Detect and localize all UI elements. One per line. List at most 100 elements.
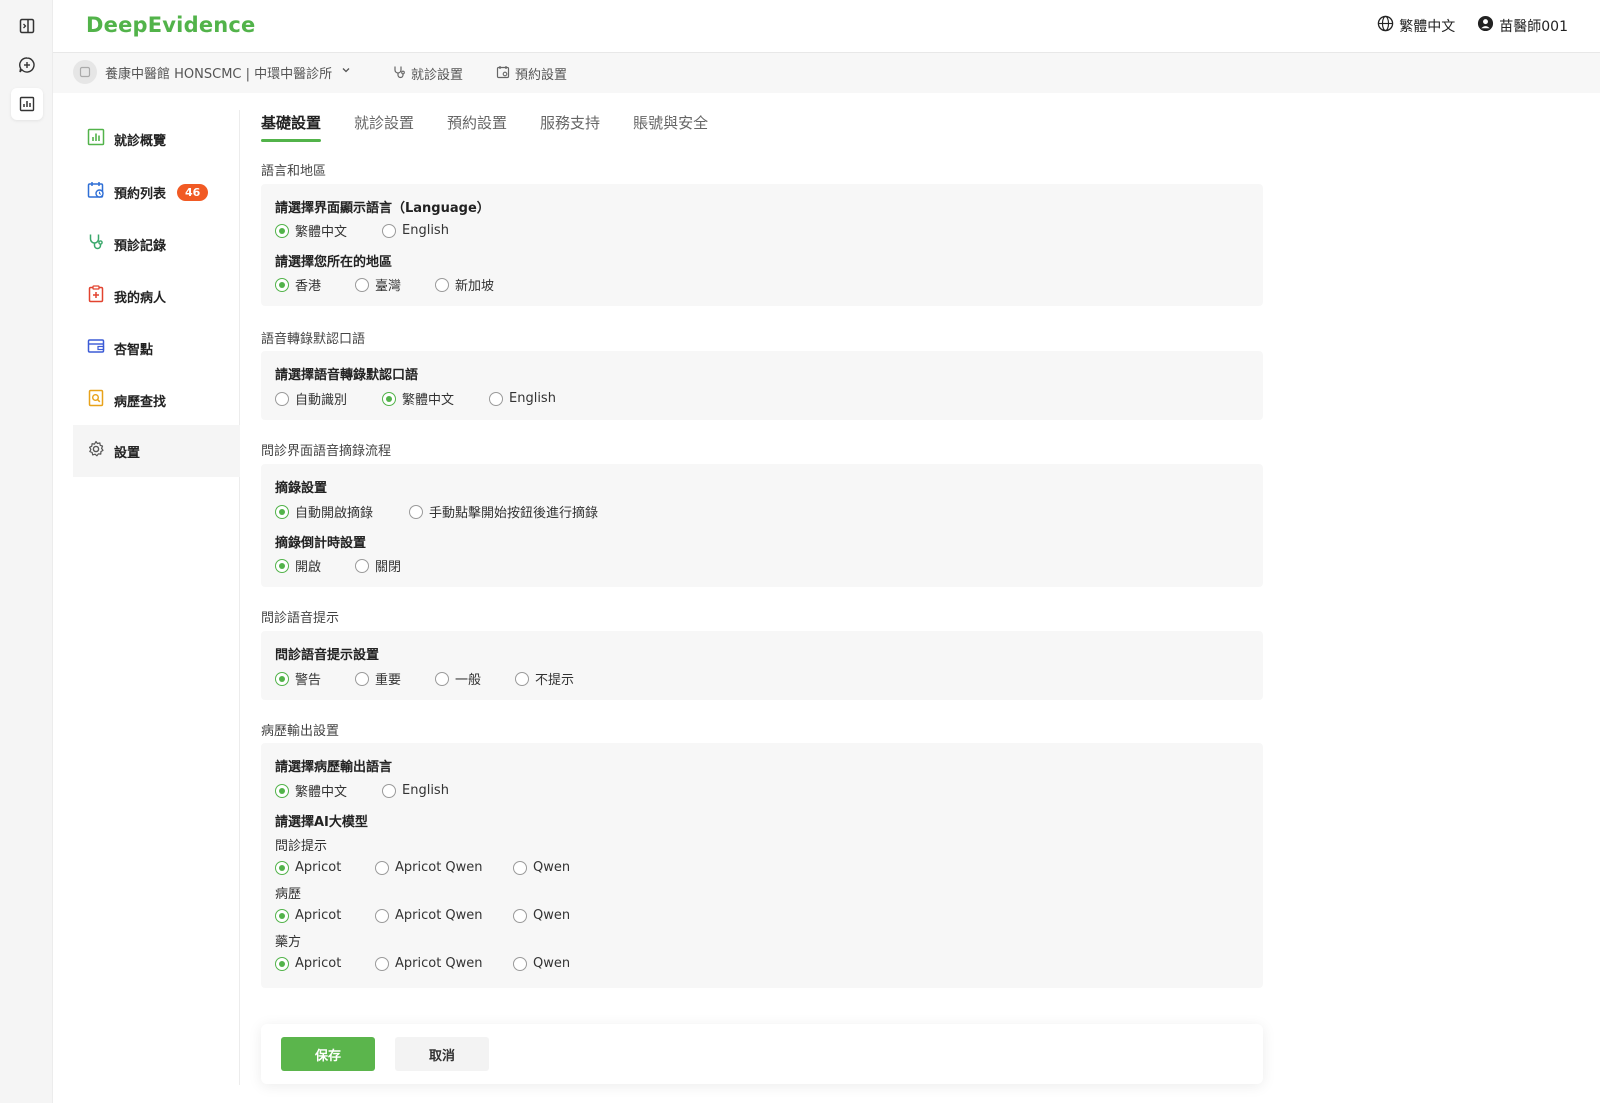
radio-model-record-apricot[interactable]: Apricot bbox=[275, 908, 375, 923]
card-transcription: 請選擇語音轉錄默認口語 自動識別 繁體中文 English bbox=[261, 351, 1263, 420]
radio-label: 重要 bbox=[375, 673, 402, 688]
radio-unselected-icon bbox=[435, 277, 449, 292]
icon-rail bbox=[0, 0, 53, 1103]
radio-region-hk[interactable]: 香港 bbox=[275, 275, 355, 294]
record-search-icon bbox=[87, 389, 105, 411]
save-button[interactable]: 保存 bbox=[281, 1037, 375, 1071]
radio-selected-icon bbox=[382, 391, 396, 406]
clinic-selector[interactable]: 養康中醫館 HONSCMC | 中環中醫診所 bbox=[73, 60, 352, 84]
radio-unselected-icon bbox=[515, 671, 529, 686]
new-chat-icon[interactable] bbox=[11, 49, 43, 81]
radio-unselected-icon bbox=[355, 558, 369, 573]
radio-transcription-zh[interactable]: 繁體中文 bbox=[382, 389, 489, 408]
card-excerpt-flow: 摘錄設置 自動開啟摘錄 手動點擊開始按鈕後進行摘錄 摘錄倒計時設置 開啟 關閉 bbox=[261, 464, 1263, 587]
section-title-excerpt-flow: 問診界面語音摘錄流程 bbox=[261, 444, 392, 459]
action-bar: 保存 取消 bbox=[261, 1024, 1263, 1084]
radio-prompt-normal[interactable]: 一般 bbox=[435, 669, 515, 688]
radio-excerpt-auto[interactable]: 自動開啟摘錄 bbox=[275, 502, 409, 521]
radio-unselected-icon bbox=[375, 860, 389, 875]
sidebar-item-label: 設置 bbox=[114, 445, 141, 461]
radio-label: 警告 bbox=[295, 673, 322, 688]
radio-region-sg[interactable]: 新加坡 bbox=[435, 275, 494, 294]
tab-basic-settings[interactable]: 基礎設置 bbox=[261, 112, 322, 142]
sidebar-item-appointments[interactable]: 預約列表 46 bbox=[73, 166, 240, 218]
radio-unselected-icon bbox=[513, 956, 527, 971]
chevron-down-icon bbox=[340, 64, 352, 80]
radio-excerpt-manual[interactable]: 手動點擊開始按鈕後進行摘錄 bbox=[409, 502, 598, 521]
radio-prompt-none[interactable]: 不提示 bbox=[515, 669, 574, 688]
globe-icon bbox=[1377, 15, 1394, 36]
radio-selected-icon bbox=[275, 956, 289, 971]
question-voice-prompt: 問診語音提示設置 bbox=[275, 648, 380, 663]
clinic-bar: 養康中醫館 HONSCMC | 中環中醫診所 就診設置 預約設置 bbox=[53, 53, 1600, 93]
sidebar-item-patients[interactable]: 我的病人 bbox=[73, 270, 240, 322]
visit-settings-link[interactable]: 就診設置 bbox=[392, 64, 463, 83]
radio-model-consult-qwen[interactable]: Qwen bbox=[513, 860, 570, 875]
radio-label: 開啟 bbox=[295, 560, 322, 575]
radio-label: Apricot bbox=[295, 908, 342, 923]
sidebar-item-points[interactable]: 杏智點 bbox=[73, 322, 240, 374]
user-menu[interactable]: 苗醫師001 bbox=[1477, 15, 1568, 36]
radio-selected-icon bbox=[275, 223, 289, 238]
tab-visit-settings[interactable]: 就診設置 bbox=[354, 112, 414, 140]
sidebar: 就診概覽 預約列表 46 預診記錄 我的病人 杏智點 病歷查找 設置 bbox=[73, 110, 240, 1085]
radio-record-lang-zh[interactable]: 繁體中文 bbox=[275, 781, 382, 800]
appointments-count-badge: 46 bbox=[177, 183, 209, 201]
tab-booking-settings[interactable]: 預約設置 bbox=[447, 112, 507, 140]
radio-ui-lang-zh[interactable]: 繁體中文 bbox=[275, 221, 382, 240]
radio-group-excerpt-setting: 自動開啟摘錄 手動點擊開始按鈕後進行摘錄 bbox=[275, 502, 598, 521]
sidebar-item-label: 病歷查找 bbox=[114, 394, 167, 410]
radio-countdown-on[interactable]: 開啟 bbox=[275, 556, 355, 575]
radio-model-record-qwen[interactable]: Qwen bbox=[513, 908, 570, 923]
dashboard-icon[interactable] bbox=[11, 88, 43, 120]
radio-label: Apricot Qwen bbox=[395, 908, 483, 923]
radio-unselected-icon bbox=[355, 671, 369, 686]
panel-toggle-icon[interactable] bbox=[11, 10, 43, 42]
card-record-output: 請選擇病歷輸出語言 繁體中文 English 請選擇AI大模型 問診提示 Apr… bbox=[261, 743, 1263, 988]
sidebar-item-record-search[interactable]: 病歷查找 bbox=[73, 374, 240, 426]
radio-group-model-consult: Apricot Apricot Qwen Qwen bbox=[275, 860, 570, 875]
radio-countdown-off[interactable]: 關閉 bbox=[355, 556, 401, 575]
question-excerpt-setting: 摘錄設置 bbox=[275, 481, 328, 496]
clinic-avatar bbox=[73, 60, 97, 84]
radio-prompt-warning[interactable]: 警告 bbox=[275, 669, 355, 688]
sub-label-prescription: 藥方 bbox=[275, 935, 302, 950]
sidebar-item-label: 杏智點 bbox=[114, 342, 154, 358]
user-avatar-icon bbox=[1477, 15, 1494, 36]
stethoscope-icon bbox=[87, 233, 105, 255]
radio-prompt-important[interactable]: 重要 bbox=[355, 669, 435, 688]
sidebar-item-pre-diagnosis[interactable]: 預診記錄 bbox=[73, 218, 240, 270]
radio-transcription-en[interactable]: English bbox=[489, 391, 556, 406]
radio-record-lang-en[interactable]: English bbox=[382, 783, 449, 798]
language-switcher[interactable]: 繁體中文 bbox=[1377, 15, 1455, 36]
radio-label: 自動識別 bbox=[295, 393, 348, 408]
radio-region-tw[interactable]: 臺灣 bbox=[355, 275, 435, 294]
radio-model-rx-qwen[interactable]: Qwen bbox=[513, 956, 570, 971]
radio-selected-icon bbox=[275, 783, 289, 798]
radio-model-consult-apricot-qwen[interactable]: Apricot Qwen bbox=[375, 860, 513, 875]
radio-unselected-icon bbox=[382, 223, 396, 238]
radio-model-record-apricot-qwen[interactable]: Apricot Qwen bbox=[375, 908, 513, 923]
question-ai-model: 請選擇AI大模型 bbox=[275, 815, 368, 830]
radio-label: 繁體中文 bbox=[402, 393, 455, 408]
radio-ui-lang-en[interactable]: English bbox=[382, 223, 449, 238]
sidebar-item-overview[interactable]: 就診概覽 bbox=[73, 113, 240, 165]
question-region: 請選擇您所在的地區 bbox=[275, 255, 393, 270]
radio-model-rx-apricot-qwen[interactable]: Apricot Qwen bbox=[375, 956, 513, 971]
cancel-button[interactable]: 取消 bbox=[395, 1037, 489, 1071]
radio-label: 手動點擊開始按鈕後進行摘錄 bbox=[429, 506, 599, 521]
top-bar: DeepEvidence 繁體中文 苗醫師001 bbox=[53, 0, 1600, 53]
radio-unselected-icon bbox=[513, 860, 527, 875]
radio-transcription-auto[interactable]: 自動識別 bbox=[275, 389, 382, 408]
booking-settings-link[interactable]: 預約設置 bbox=[496, 64, 567, 83]
question-record-language: 請選擇病歷輸出語言 bbox=[275, 760, 393, 775]
tab-account-security[interactable]: 賬號與安全 bbox=[633, 112, 708, 140]
sidebar-item-settings[interactable]: 設置 bbox=[73, 425, 240, 477]
radio-model-consult-apricot[interactable]: Apricot bbox=[275, 860, 375, 875]
chart-icon bbox=[87, 128, 105, 150]
section-title-language-region: 語言和地區 bbox=[261, 164, 327, 179]
radio-label: English bbox=[509, 391, 556, 406]
sub-label-record: 病歷 bbox=[275, 887, 302, 902]
radio-model-rx-apricot[interactable]: Apricot bbox=[275, 956, 375, 971]
tab-service-support[interactable]: 服務支持 bbox=[540, 112, 600, 140]
